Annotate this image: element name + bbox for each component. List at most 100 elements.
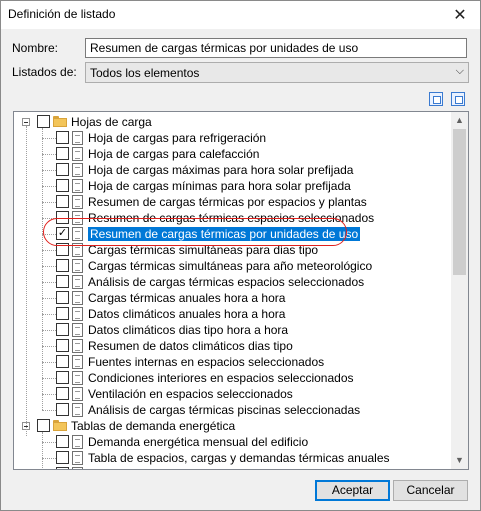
nombre-label: Nombre: [12,41,59,55]
checkbox[interactable] [56,259,69,272]
document-icon [72,243,83,257]
listing-tree[interactable]: ▲ ▼ Hojas de carga Hoja de cargas para re… [13,111,469,470]
document-icon [72,355,83,369]
tree-connector [42,330,56,331]
tree-item-label: Hoja de cargas mínimas para hora solar p… [88,179,351,193]
checkbox[interactable] [56,339,69,352]
document-icon [72,259,83,273]
collapse-all-icon[interactable] [451,92,465,106]
document-icon [72,371,83,385]
tree-item-label: Cargas térmicas anuales hora a hora [88,291,286,305]
tree-connector [42,128,43,410]
tree-connector [42,346,56,347]
document-icon [72,291,83,305]
tree-item-label: Resumen de cargas térmicas espacios sele… [88,211,375,225]
tree-item[interactable]: Datos climáticos dias tipo hora a hora [14,322,454,338]
nombre-input[interactable]: Resumen de cargas térmicas por unidades … [85,38,467,58]
tree-item-label: Análisis de cargas térmicas piscinas sel… [88,403,361,417]
checkbox[interactable] [37,115,50,128]
tree-item[interactable]: Análisis de cargas térmicas piscinas sel… [14,402,454,418]
tree-item[interactable]: Resumen de datos climáticos dias tipo [14,338,454,354]
checkbox[interactable] [56,179,69,192]
checkbox[interactable] [56,323,69,336]
checkbox[interactable] [56,291,69,304]
tree-connector [42,394,56,395]
tree-item[interactable]: Resumen de cargas térmicas por espacios … [14,194,454,210]
tree-item-label: Demanda energética mensual del edificio [88,435,309,449]
tree-item[interactable]: Hoja de cargas para refrigeración [14,130,454,146]
tree-connector [42,410,56,411]
tree-item[interactable]: Datos climáticos anuales hora a hora [14,306,454,322]
tree-item[interactable]: ✓ Resumen de cargas térmicas por unidades… [14,226,454,242]
checkbox[interactable] [56,163,69,176]
checkbox[interactable] [56,131,69,144]
tree-connector [42,378,56,379]
accept-button[interactable]: Aceptar [315,480,390,501]
checkbox[interactable] [56,435,69,448]
dialog-window: Definición de listado ✕ Nombre: Resumen … [0,0,481,511]
tree-item[interactable]: Cargas térmicas anuales hora a hora [14,290,454,306]
tree-item[interactable]: Resumen de cargas térmicas espacios sele… [14,210,454,226]
tree-item-label: Hoja de cargas máximas para hora solar p… [88,163,354,177]
document-icon [72,387,83,401]
checkbox[interactable] [56,195,69,208]
tree-item[interactable]: Cargas térmicas simultáneas para año met… [14,258,454,274]
tree-connector [42,266,56,267]
checkbox[interactable] [56,355,69,368]
tree-item[interactable]: Ventilación en espacios seleccionados [14,386,454,402]
tree-connector [42,442,56,443]
checkbox[interactable] [56,275,69,288]
checkbox[interactable] [56,451,69,464]
document-icon [72,131,83,145]
tree-group[interactable]: Tablas de demanda energética [14,418,454,434]
tree-connector [42,362,56,363]
tree-connector [26,126,27,436]
checkbox[interactable] [56,467,69,469]
checkbox[interactable] [56,211,69,224]
checkbox[interactable] [56,147,69,160]
collapse-icon[interactable] [22,118,30,126]
tree-connector [42,138,56,139]
expand-all-icon[interactable] [429,92,443,106]
tree-connector [42,298,56,299]
listados-select[interactable]: Todos los elementos ⌵ [85,62,469,83]
checkbox[interactable] [56,307,69,320]
tree-item[interactable]: Hoja de cargas máximas para hora solar p… [14,162,454,178]
tree-item-label: Análisis de cargas térmicas espacios sel… [88,275,365,289]
tree-connector [42,234,56,235]
tree-item-label: Tabla de espacios, cargas y demandas tér… [88,451,390,465]
checkbox[interactable]: ✓ [56,227,69,240]
scroll-thumb[interactable] [453,129,466,275]
folder-icon [53,116,67,127]
tree-group-label: Hojas de carga [71,115,152,129]
tree-item[interactable]: Condiciones interiores en espacios selec… [14,370,454,386]
tree-item[interactable]: Análisis de cargas térmicas espacios sel… [14,274,454,290]
tree-item-label: Hoja de cargas para refrigeración [88,131,267,145]
tree-item[interactable]: Hoja de cargas mínimas para hora solar p… [14,178,454,194]
close-icon[interactable]: ✕ [440,1,480,29]
checkbox[interactable] [56,243,69,256]
checkbox[interactable] [56,387,69,400]
checkbox[interactable] [37,419,50,432]
tree-item[interactable]: Demanda energética mensual del edificio [14,434,454,450]
document-icon [72,147,83,161]
tree-group-label: Tablas de demanda energética [71,419,236,433]
tree-item[interactable]: Demandas térmicas anuales hora a hora [14,466,454,469]
document-icon [72,195,83,209]
document-icon [72,275,83,289]
tree-connector [42,282,56,283]
checkbox[interactable] [56,403,69,416]
tree-item[interactable]: Tabla de espacios, cargas y demandas tér… [14,450,454,466]
tree-item[interactable]: Fuentes internas en espacios seleccionad… [14,354,454,370]
tree-connector [42,458,56,459]
tree-item-label: Ventilación en espacios seleccionados [88,387,293,401]
tree-item[interactable]: Hoja de cargas para calefacción [14,146,454,162]
tree-connector [42,218,56,219]
tree-item[interactable]: Cargas térmicas simultáneas para dias ti… [14,242,454,258]
checkbox[interactable] [56,371,69,384]
tree-connector [42,250,56,251]
tree-group[interactable]: Hojas de carga [14,114,454,130]
listados-label: Listados de: [12,65,77,79]
tree-connector [42,154,56,155]
cancel-button[interactable]: Cancelar [393,480,468,501]
